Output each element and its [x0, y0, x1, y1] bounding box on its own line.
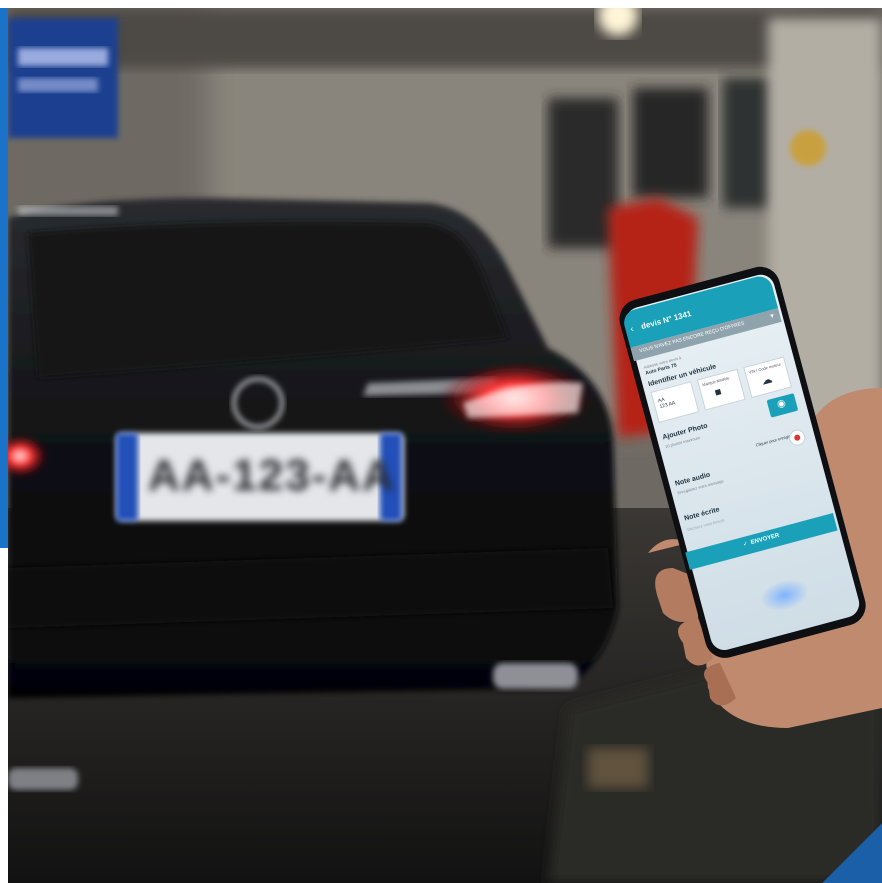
record-dot-icon — [793, 433, 801, 442]
option-plate[interactable]: AA 123 AA — [650, 381, 700, 423]
accent-bar — [0, 8, 8, 548]
app-header-title: devis N° 1341 — [640, 309, 693, 332]
back-arrow-icon[interactable]: ‹ — [629, 323, 634, 333]
record-button[interactable] — [787, 427, 808, 448]
accent-corner — [822, 823, 882, 883]
car-icon: ■ — [713, 385, 723, 400]
option-brand-model[interactable]: Marque Modèle ■ — [696, 368, 746, 411]
option-vin[interactable]: VIN / Code moteur ☁ — [743, 356, 793, 399]
screen-glare — [756, 574, 813, 617]
chevron-down-icon[interactable]: ▾ — [769, 312, 775, 321]
send-icon: ✓ — [742, 541, 749, 549]
license-plate-text: AA-123-AA — [148, 451, 396, 500]
photo-frame: ‹ devis N° 1341 VOUS N'AVEZ PAS ENCORE R… — [0, 0, 882, 883]
camera-icon: ◉ — [775, 397, 788, 411]
engine-icon: ☁ — [760, 373, 774, 388]
garage-photo: ‹ devis N° 1341 VOUS N'AVEZ PAS ENCORE R… — [8, 8, 882, 883]
camera-button[interactable]: ◉ — [766, 393, 799, 418]
